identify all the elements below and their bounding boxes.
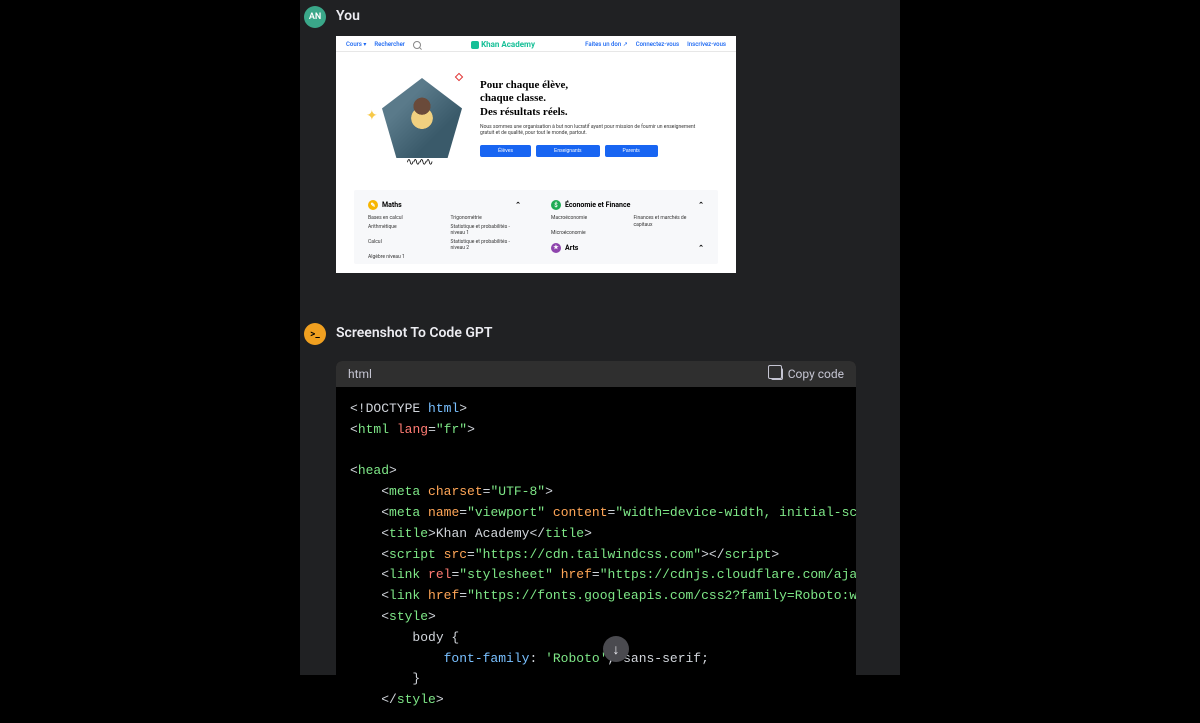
chevron-up-icon[interactable]: ⌃ — [698, 244, 704, 252]
arrow-down-icon: ↓ — [613, 641, 620, 658]
scroll-down-button[interactable]: ↓ — [603, 636, 629, 662]
copy-code-button[interactable]: Copy code — [771, 367, 844, 381]
khan-logo[interactable]: Khan Academy — [471, 40, 535, 49]
khan-screenshot: Cours ▾ Rechercher Khan Academy Faites u… — [336, 36, 736, 273]
user-message: AN You — [300, 0, 900, 38]
bot-label: Screenshot To Code GPT — [336, 325, 492, 345]
khan-navbar: Cours ▾ Rechercher Khan Academy Faites u… — [336, 36, 736, 52]
hero-subtext: Nous sommes une organisation à but non l… — [480, 124, 706, 137]
bot-avatar: >_ — [304, 323, 326, 345]
nav-login[interactable]: Connectez-vous — [636, 41, 679, 48]
hero-section: ✦ ∿∿∿∿ Pour chaque élève, chaque classe.… — [336, 52, 736, 178]
student-photo — [382, 78, 462, 158]
arts-icon: ★ — [551, 243, 561, 253]
diamond-icon — [455, 73, 463, 81]
user-label: You — [336, 8, 360, 28]
hero-heading: Pour chaque élève, chaque classe. Des ré… — [480, 79, 706, 119]
hero-text: Pour chaque élève, chaque classe. Des ré… — [480, 79, 706, 157]
clipboard-icon — [771, 368, 783, 380]
eco-icon: $ — [551, 200, 561, 210]
btn-parents[interactable]: Parents — [605, 145, 658, 157]
bot-message: >_ Screenshot To Code GPT — [300, 317, 900, 355]
arts-title: Arts — [565, 244, 578, 252]
eco-list: Macroéconomie Finances et marchés de cap… — [551, 215, 704, 237]
hero-image: ✦ ∿∿∿∿ — [366, 68, 462, 168]
nav-cours[interactable]: Cours ▾ — [346, 41, 366, 48]
star-icon: ✦ — [366, 108, 378, 124]
nav-signup[interactable]: Inscrivez-vous — [687, 41, 726, 48]
maths-list: Bases en calcul Trigonométrie Arithmétiq… — [368, 215, 521, 260]
logo-icon — [471, 41, 479, 49]
maths-title: Maths — [382, 201, 402, 209]
chevron-up-icon[interactable]: ⌃ — [698, 201, 704, 209]
code-content[interactable]: <!DOCTYPE html> <html lang="fr"> <head> … — [336, 387, 856, 723]
code-lang-label: html — [348, 367, 372, 381]
search-icon[interactable] — [413, 41, 421, 49]
user-avatar: AN — [304, 6, 326, 28]
nav-donate[interactable]: Faites un don ↗ — [585, 41, 628, 48]
squiggle-icon: ∿∿∿∿ — [406, 157, 432, 168]
code-header: html Copy code — [336, 361, 856, 387]
code-block: html Copy code <!DOCTYPE html> <html lan… — [336, 361, 856, 723]
subjects-grid: ✎ Maths ⌃ Bases en calcul Trigonométrie … — [354, 190, 718, 264]
chat-area: AN You Cours ▾ Rechercher Khan Academy F… — [300, 0, 900, 675]
maths-icon: ✎ — [368, 200, 378, 210]
eco-title: Économie et Finance — [565, 201, 630, 209]
subject-eco: $ Économie et Finance ⌃ Macroéconomie Fi… — [551, 200, 704, 260]
subject-maths: ✎ Maths ⌃ Bases en calcul Trigonométrie … — [368, 200, 521, 260]
btn-enseignants[interactable]: Enseignants — [536, 145, 600, 157]
btn-eleves[interactable]: Élèves — [480, 145, 531, 157]
chevron-up-icon[interactable]: ⌃ — [515, 201, 521, 209]
nav-search-label[interactable]: Rechercher — [374, 41, 405, 48]
